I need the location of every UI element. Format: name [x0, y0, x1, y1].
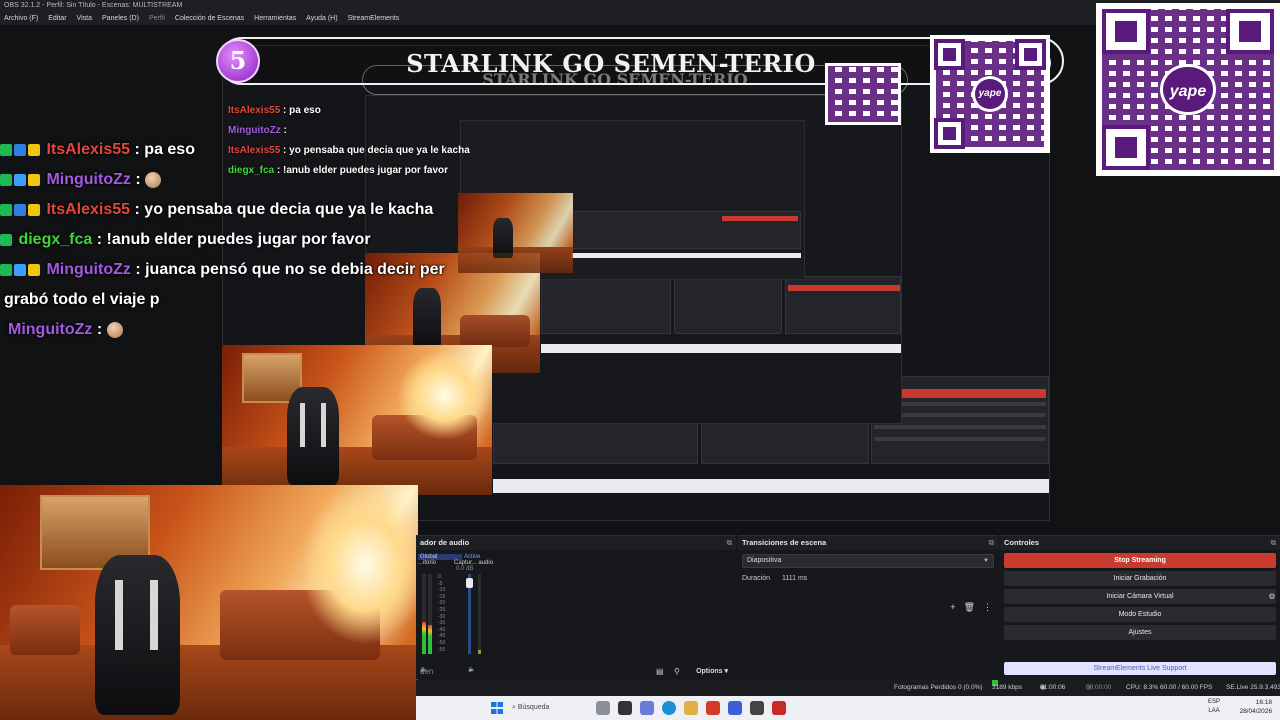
chevron-down-icon: ▼: [983, 558, 989, 564]
yape-qr-code: yape: [1096, 3, 1280, 176]
audio-mixer-body: Global ...itorio 0 -5 -10 -15 -20 -25 -30 -35 -4…: [416, 550, 736, 679]
level-badge: 5: [216, 39, 260, 83]
app-icon[interactable]: [640, 701, 654, 715]
yape-qr-code-echo-small: [825, 63, 901, 125]
scene-transitions-dock: Transiciones de escena ⧉ Diapositiva ▼ D…: [738, 535, 998, 679]
emote-icon: [106, 321, 123, 338]
audio-mixer-dock: ador de audio ⧉ Global ...itorio 0 -5 -10-…: [416, 535, 736, 679]
clock[interactable]: 16:18 28/04/2026: [1239, 698, 1272, 716]
volume-slider[interactable]: [466, 578, 473, 588]
transitions-title: Transiciones de escena: [742, 538, 827, 547]
menu-ayuda[interactable]: Ayuda (H): [306, 12, 337, 25]
window-title: OBS 32.1.2 - Perfil: Sin Título - Escena…: [0, 0, 1280, 12]
add-icon[interactable]: +: [950, 602, 955, 613]
dock-float-icon[interactable]: ⧉: [989, 536, 994, 550]
yape-logo: yape: [1160, 63, 1216, 116]
mixer-options-button[interactable]: Options ▾: [696, 667, 728, 675]
language-indicator[interactable]: ESP LAA: [1208, 698, 1220, 716]
dock-float-icon[interactable]: ⧉: [1271, 536, 1276, 550]
preview-canvas[interactable]: ItsAlexis55 : pa eso MinguitoZz : ItsAle…: [0, 3, 1280, 720]
status-bar: Fotogramas Perdidos 0 (0.0%) 3189 kbps ◉…: [416, 680, 1280, 696]
menu-paneles[interactable]: Paneles (D): [102, 12, 139, 25]
obs-window: OBS 32.1.2 - Perfil: Sin Título - Escena…: [0, 0, 1280, 720]
dock-float-icon[interactable]: ⧉: [727, 536, 732, 550]
streamelements-support-button[interactable]: StreamElements Live Support: [1004, 662, 1276, 675]
chat-overlay: ItsAlexis55 : pa eso MinguitoZz : ItsAle…: [0, 135, 470, 345]
app-icon[interactable]: [618, 701, 632, 715]
menu-editar[interactable]: Editar: [48, 12, 66, 25]
menu-herramientas[interactable]: Herramientas: [254, 12, 296, 25]
nested-taskbar: [493, 479, 1049, 493]
brave-icon[interactable]: [706, 701, 720, 715]
studio-mode-button[interactable]: Modo Estudio: [1004, 607, 1276, 622]
mixer-footer: den ▤ ⚲ Options ▾: [420, 667, 728, 676]
audio-mixer-title: ador de audio ⧉: [416, 536, 736, 550]
menu-bar: Archivo (F) Editar Vista Paneles (D) Per…: [0, 12, 1280, 25]
yape-qr-code-echo: yape: [930, 35, 1050, 153]
duration-input[interactable]: 1111 ms: [782, 572, 807, 586]
menu-coleccion-escenas[interactable]: Colección de Escenas: [175, 12, 244, 25]
edge-icon[interactable]: [662, 701, 676, 715]
stop-streaming-button[interactable]: Stop Streaming: [1004, 553, 1276, 568]
discord-icon[interactable]: [728, 701, 742, 715]
echo-chat-line: ItsAlexis55 : pa eso: [228, 105, 321, 116]
camera-feed-tiny: [458, 193, 573, 273]
obs-icon[interactable]: [750, 701, 764, 715]
menu-perfil[interactable]: Perfil: [149, 12, 165, 25]
mixer-channel-capture: Active Captur... audio 0.0 dB: [454, 554, 498, 664]
chat-message: MinguitoZz : juanca pensó que no se debi…: [0, 255, 470, 285]
emote-icon: [145, 171, 162, 188]
mixer-list-icon[interactable]: ▤: [656, 667, 664, 676]
menu-streamelements[interactable]: StreamElements: [348, 12, 400, 25]
more-icon[interactable]: ⋮: [983, 602, 992, 613]
menu-vista[interactable]: Vista: [77, 12, 92, 25]
controls-dock: Controles ⧉ Stop Streaming Iniciar Graba…: [1000, 535, 1280, 679]
windows-taskbar: ⌕ Búsqueda ESP LAA 16:18 28/04/2026: [416, 696, 1280, 720]
trash-icon[interactable]: 🗑: [964, 602, 975, 613]
mixer-link-icon[interactable]: ⚲: [674, 667, 680, 676]
start-recording-button[interactable]: Iniciar Grabación: [1004, 571, 1276, 586]
app-icon[interactable]: [772, 701, 786, 715]
chat-message: ItsAlexis55 : yo pensaba que decia que y…: [0, 195, 470, 225]
fps-readout: 60.00 / 60.00 FPS: [1160, 684, 1213, 691]
meter-scale: 0 -5 -10 -15 -20 -25 -30 -35 -40 -45 -50 -55: [438, 574, 446, 653]
chat-message: ItsAlexis55 : pa eso: [0, 135, 470, 165]
cpu-usage: CPU: 8.3%: [1126, 684, 1159, 691]
camera-feed-medium: [222, 345, 492, 495]
se-live-version: SE.Live 25.9.3.493: [1226, 684, 1280, 691]
camera-feed-main: [0, 485, 418, 720]
gear-icon[interactable]: ⚙: [1266, 589, 1278, 604]
duration-label: Duración: [742, 575, 771, 582]
dropped-frames: Fotogramas Perdidos 0 (0.0%): [894, 684, 983, 691]
start-virtual-camera-button[interactable]: Iniciar Cámara Virtual ⚙: [1004, 589, 1276, 604]
settings-button[interactable]: Ajustes: [1004, 625, 1276, 640]
controls-title: Controles: [1004, 538, 1040, 547]
chat-message: diegx_fca : !anub elder puedes jugar por…: [0, 225, 470, 255]
chat-message: grabó todo el viaje p: [4, 291, 160, 308]
folder-icon[interactable]: [684, 701, 698, 715]
menu-archivo[interactable]: Archivo (F): [4, 12, 38, 25]
chat-message: MinguitoZz :: [0, 315, 470, 345]
app-icon[interactable]: [596, 701, 610, 715]
chat-message: MinguitoZz :: [0, 165, 470, 195]
taskbar-search[interactable]: ⌕ Búsqueda: [512, 701, 592, 715]
transition-select[interactable]: Diapositiva ▼: [742, 554, 994, 568]
windows-start-icon[interactable]: [491, 702, 503, 714]
